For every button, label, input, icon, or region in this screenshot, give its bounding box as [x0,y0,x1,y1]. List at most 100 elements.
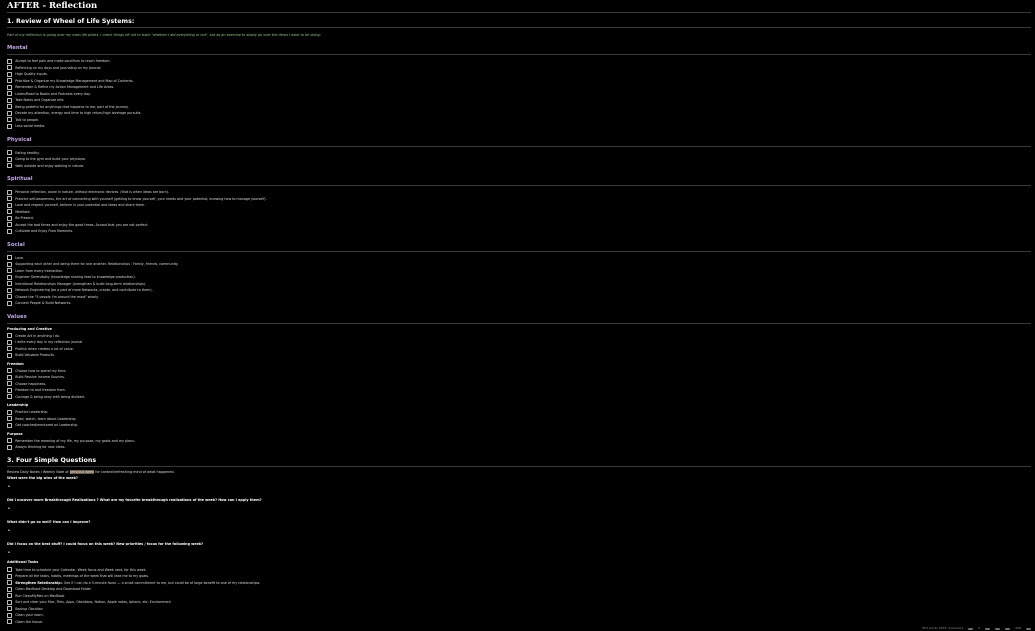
section-checklist: Accept to feel pain and make sacrifices … [7,58,1031,130]
checkbox[interactable] [7,567,13,573]
checklist-item-label: Get coached/mentored on Leadership [15,423,78,427]
checklist-item-label: Love and respect yourself, believe in yo… [15,203,146,207]
question: What didn't go so well? How can I improv… [7,519,91,524]
checkbox[interactable] [7,215,13,221]
checklist-item[interactable]: Connect People & Build Networks. [7,300,1031,307]
checkbox[interactable] [7,444,13,450]
checkbox[interactable] [7,71,13,77]
empty-bullet[interactable]: • [7,506,1031,512]
checkbox[interactable] [7,416,13,422]
page-title: AFTER - Reflection [7,1,98,11]
checkbox[interactable] [7,593,13,599]
checkbox[interactable] [7,438,13,444]
review-notes-pre: Review Daily Notes / Weekly Note of [7,469,70,474]
checkbox[interactable] [7,150,13,156]
checklist-item[interactable]: Cultivate and Enjoy Flow Moments. [7,228,1031,235]
sync-icon[interactable] [968,627,974,630]
checkbox[interactable] [7,117,13,123]
checkbox[interactable] [7,586,13,592]
checkbox[interactable] [7,84,13,90]
checklist-item[interactable]: Always thinking for new ideas. [7,444,1031,451]
checkbox[interactable] [7,104,13,110]
checkbox[interactable] [7,268,13,274]
checkbox[interactable] [7,156,13,162]
checkbox[interactable] [7,381,13,387]
values-divider [7,322,1031,324]
questions-list: What were the big wins of the week? • Did … [7,476,1031,556]
additional-tasks-heading: Additional Tasks [7,559,39,564]
backlinks-icon[interactable] [985,627,991,630]
previous-week-link[interactable]: previous week [69,469,95,474]
review-notes-line: Review Daily Notes / Weekly Note of prev… [7,469,1031,475]
checkbox[interactable] [7,228,13,234]
status-value-a: 0 [978,626,981,630]
section-heading-social: Social [7,241,25,248]
questions-divider [7,465,1031,467]
checkbox[interactable] [7,606,13,612]
checklist-item-label: Walk outside and enjoy walking in nature… [15,163,85,168]
checkbox[interactable] [7,422,13,428]
checkbox[interactable] [7,409,13,415]
checkbox[interactable] [7,612,13,618]
checkbox[interactable] [7,255,13,261]
values-group-heading: Producing and Creative [7,326,52,331]
checkbox[interactable] [7,189,13,195]
checkbox[interactable] [7,123,13,129]
checkbox[interactable] [7,387,13,393]
mode-icon[interactable] [1005,627,1011,630]
section-heading-mental: Mental [7,45,28,51]
settings-icon[interactable] [1026,627,1031,630]
checkbox[interactable] [7,599,13,605]
checkbox[interactable] [7,58,13,64]
section-heading-spiritual: Spiritual [7,176,33,182]
checkbox[interactable] [7,202,13,208]
empty-bullet[interactable]: • [7,484,1031,490]
checkbox[interactable] [7,333,13,339]
checkbox[interactable] [7,274,13,280]
values-group-heading: Leadership [7,403,29,407]
checklist-item-label: Build Valuable Products. [15,353,55,357]
word-count: 853 words 5633 characters [922,626,964,630]
checklist-item[interactable]: Get coached/mentored on Leadership [7,422,1031,429]
checklist-item[interactable]: Walk outside and enjoy walking in nature… [7,163,1031,170]
checkbox[interactable] [7,222,13,228]
values-groups: Producing and Creative Create Art in anyt… [7,327,1031,451]
checkbox[interactable] [7,368,13,374]
review-intro: Part of my reflection is going over my m… [7,33,321,37]
checkbox[interactable] [7,374,13,380]
checklist-item-label: Courage & being okay with being disliked… [15,394,85,399]
checkbox[interactable] [7,300,13,306]
checkbox[interactable] [7,287,13,293]
checklist-item[interactable]: Courage & being okay with being disliked… [7,394,1031,401]
checkbox[interactable] [7,294,13,300]
checklist-item[interactable]: Build Valuable Products. [7,352,1031,359]
values-checklist: Practice Leadership Read, watch, learn ab… [7,409,1031,429]
section-divider [7,145,1031,147]
checklist-item-label: Connect People & Build Networks. [15,301,72,305]
checkbox[interactable] [7,91,13,97]
checkbox[interactable] [7,110,13,116]
question: Did I uncover more Breakthrough Realizat… [7,497,262,502]
checkbox[interactable] [7,78,13,84]
empty-bullet[interactable]: • [7,550,1031,556]
checkbox[interactable] [7,339,13,345]
checkbox[interactable] [7,196,13,202]
checklist-item[interactable]: Clean the house. [7,619,1031,626]
wheel-sections: Mental Accept to feel pain and make sacri… [7,45,1031,307]
checkbox[interactable] [7,580,13,586]
checkbox[interactable] [7,619,13,625]
checkbox[interactable] [7,352,13,358]
checkbox[interactable] [7,573,13,579]
empty-bullet[interactable]: • [7,528,1031,534]
checkbox[interactable] [7,346,13,352]
checkbox[interactable] [7,281,13,287]
checkbox[interactable] [7,209,13,215]
checklist-item-label: Always thinking for new ideas. [15,445,66,449]
checkbox[interactable] [7,163,13,169]
checkbox[interactable] [7,97,13,103]
checkbox[interactable] [7,261,13,267]
checkbox[interactable] [7,394,13,400]
checklist-item[interactable]: Less social media. [7,123,1031,130]
outline-icon[interactable] [995,627,1001,630]
checkbox[interactable] [7,65,13,71]
